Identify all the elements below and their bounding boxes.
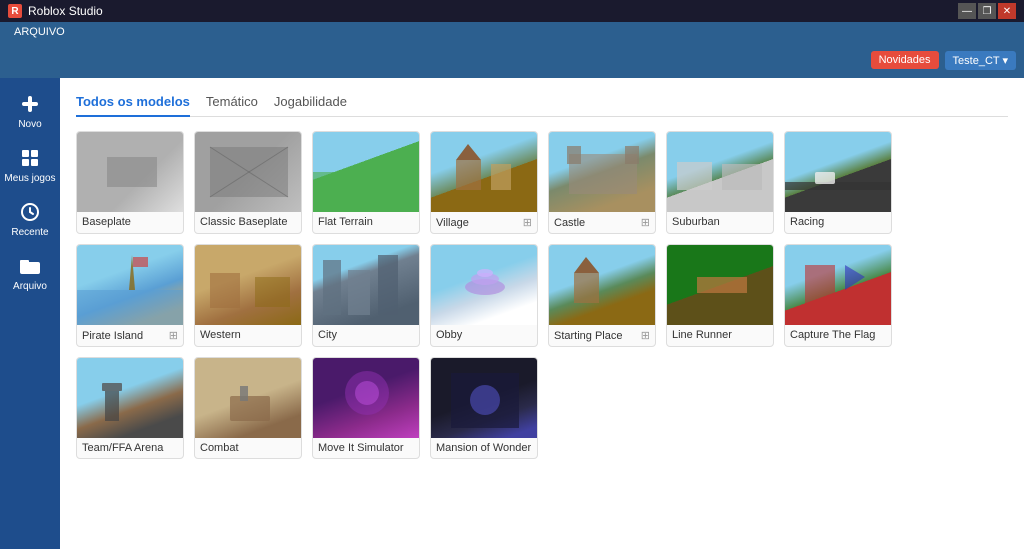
user-button[interactable]: Teste_CT ▾: [945, 51, 1016, 70]
card-thumb-suburban: [667, 132, 774, 212]
card-mansion-of-wonder[interactable]: Mansion of Wonder: [430, 357, 538, 459]
main-content: Todos os modelos Temático Jogabilidade B…: [60, 78, 1024, 549]
card-thumb-flat-terrain: [313, 132, 420, 212]
card-label-obby: Obby: [431, 325, 537, 345]
card-city[interactable]: City: [312, 244, 420, 347]
titlebar: R Roblox Studio — ❐ ✕: [0, 0, 1024, 22]
card-move-it-simulator[interactable]: Move It Simulator: [312, 357, 420, 459]
card-thumb-city: [313, 245, 420, 325]
card-thumb-obby: [431, 245, 538, 325]
sidebar-label-meusjogos: Meus jogos: [4, 173, 55, 184]
sidebar-label-recente: Recente: [11, 227, 48, 238]
card-obby[interactable]: Obby: [430, 244, 538, 347]
sidebar-item-arquivo[interactable]: Arquivo: [0, 248, 60, 298]
sidebar-label-arquivo: Arquivo: [13, 281, 47, 292]
card-label-capture-the-flag: Capture The Flag: [785, 325, 891, 345]
card-thumb-castle: [549, 132, 656, 212]
menubar: ARQUIVO: [0, 22, 1024, 42]
window-controls[interactable]: — ❐ ✕: [958, 3, 1016, 19]
card-thumb-team-ffa: [77, 358, 184, 438]
sidebar-item-meusjogos[interactable]: Meus jogos: [0, 140, 60, 190]
card-thumb-classic-baseplate: [195, 132, 302, 212]
card-starting-place[interactable]: Starting Place⊞: [548, 244, 656, 347]
card-racing[interactable]: Racing: [784, 131, 892, 234]
grid-icon: [18, 146, 42, 170]
card-label-racing: Racing: [785, 212, 891, 232]
card-thumb-racing: [785, 132, 892, 212]
sidebar-item-novo[interactable]: Novo: [0, 86, 60, 136]
card-label-line-runner: Line Runner: [667, 325, 773, 345]
titlebar-left: R Roblox Studio: [8, 4, 103, 18]
bookmark-icon: ⊞: [641, 329, 650, 342]
card-western[interactable]: Western: [194, 244, 302, 347]
card-village[interactable]: Village⊞: [430, 131, 538, 234]
bookmark-icon: ⊞: [641, 216, 650, 229]
card-label-team-ffa: Team/FFA Arena: [77, 438, 183, 458]
card-label-starting-place: Starting Place⊞: [549, 325, 655, 346]
close-button[interactable]: ✕: [998, 3, 1016, 19]
tabs: Todos os modelos Temático Jogabilidade: [76, 90, 1008, 117]
app-title: Roblox Studio: [28, 4, 103, 18]
card-label-classic-baseplate: Classic Baseplate: [195, 212, 301, 232]
card-thumb-western: [195, 245, 302, 325]
card-classic-baseplate[interactable]: Classic Baseplate: [194, 131, 302, 234]
card-thumb-village: [431, 132, 538, 212]
cards-grid: Baseplate Classic Baseplate Flat Terrain Vi…: [76, 131, 1008, 459]
card-pirate-island[interactable]: Pirate Island⊞: [76, 244, 184, 347]
card-capture-the-flag[interactable]: Capture The Flag: [784, 244, 892, 347]
card-label-flat-terrain: Flat Terrain: [313, 212, 419, 232]
card-line-runner[interactable]: Line Runner: [666, 244, 774, 347]
card-label-baseplate: Baseplate: [77, 212, 183, 232]
app-icon: R: [8, 4, 22, 18]
card-thumb-mansion-of-wonder: [431, 358, 538, 438]
card-label-castle: Castle⊞: [549, 212, 655, 233]
sidebar: Novo Meus jogos Recente: [0, 78, 60, 549]
bookmark-icon: ⊞: [523, 216, 532, 229]
card-team-ffa[interactable]: Team/FFA Arena: [76, 357, 184, 459]
bookmark-icon: ⊞: [169, 329, 178, 342]
card-castle[interactable]: Castle⊞: [548, 131, 656, 234]
card-thumb-move-it-simulator: [313, 358, 420, 438]
card-label-mansion-of-wonder: Mansion of Wonder: [431, 438, 537, 458]
card-label-village: Village⊞: [431, 212, 537, 233]
card-thumb-baseplate: [77, 132, 184, 212]
card-label-pirate-island: Pirate Island⊞: [77, 325, 183, 346]
card-label-city: City: [313, 325, 419, 345]
card-thumb-capture-the-flag: [785, 245, 892, 325]
main-layout: Novo Meus jogos Recente: [0, 78, 1024, 549]
card-thumb-line-runner: [667, 245, 774, 325]
card-thumb-pirate-island: [77, 245, 184, 325]
sidebar-label-novo: Novo: [18, 119, 41, 130]
sidebar-item-recente[interactable]: Recente: [0, 194, 60, 244]
card-label-combat: Combat: [195, 438, 301, 458]
folder-icon: [18, 254, 42, 278]
tab-tematico[interactable]: Temático: [206, 90, 258, 117]
tab-todos[interactable]: Todos os modelos: [76, 90, 190, 117]
novidades-button[interactable]: Novidades: [871, 51, 939, 69]
card-flat-terrain[interactable]: Flat Terrain: [312, 131, 420, 234]
card-thumb-combat: [195, 358, 302, 438]
card-label-move-it-simulator: Move It Simulator: [313, 438, 419, 458]
card-combat[interactable]: Combat: [194, 357, 302, 459]
card-thumb-starting-place: [549, 245, 656, 325]
actionbar: Novidades Teste_CT ▾: [0, 42, 1024, 78]
card-label-suburban: Suburban: [667, 212, 773, 232]
menu-arquivo[interactable]: ARQUIVO: [8, 26, 71, 38]
minimize-button[interactable]: —: [958, 3, 976, 19]
maximize-button[interactable]: ❐: [978, 3, 996, 19]
plus-icon: [18, 92, 42, 116]
card-baseplate[interactable]: Baseplate: [76, 131, 184, 234]
card-label-western: Western: [195, 325, 301, 345]
tab-jogabilidade[interactable]: Jogabilidade: [274, 90, 347, 117]
card-suburban[interactable]: Suburban: [666, 131, 774, 234]
clock-icon: [18, 200, 42, 224]
